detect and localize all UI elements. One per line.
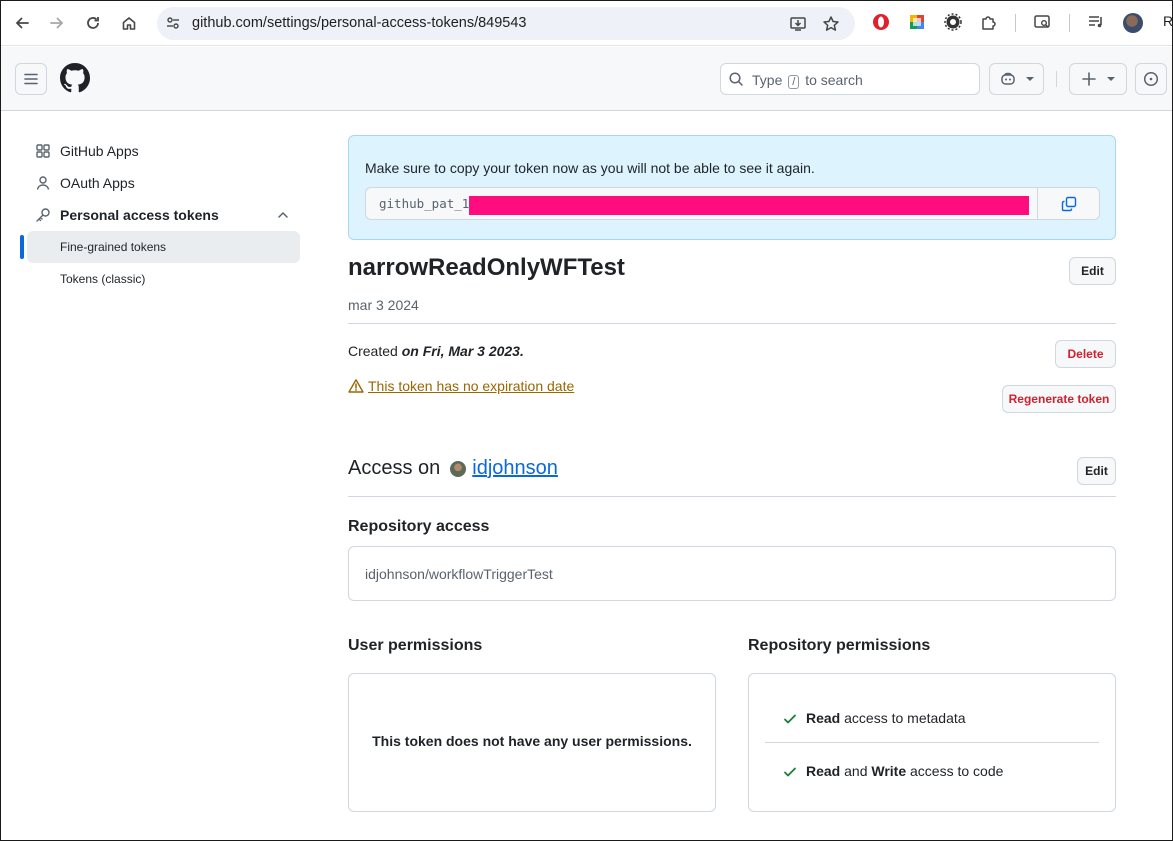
back-icon[interactable] (9, 10, 35, 36)
delete-token-button[interactable]: Delete (1055, 340, 1116, 368)
chevron-down-icon (1107, 77, 1115, 81)
profile-avatar[interactable] (1123, 13, 1143, 33)
token-redaction (469, 196, 1029, 215)
sidebar-item-label: Personal access tokens (60, 207, 219, 223)
divider (348, 323, 1116, 324)
chevron-up-icon[interactable] (276, 208, 290, 225)
user-permissions-heading: User permissions (348, 637, 483, 654)
search-icon (728, 71, 744, 92)
toolbar-divider (1069, 14, 1070, 32)
sidebar-item-github-apps[interactable]: GitHub Apps (27, 135, 300, 167)
screen: github.com/settings/personal-access-toke… (0, 0, 1173, 841)
flash-message: Make sure to copy your token now as you … (365, 160, 815, 176)
owner-avatar (450, 460, 467, 477)
key-icon (35, 207, 51, 223)
forward-icon[interactable] (44, 10, 70, 36)
token-value-field[interactable]: github_pat_1 (365, 187, 1100, 220)
created-date: Created on Fri, Mar 3 2023. (348, 343, 524, 359)
sidebar-item-oauth-apps[interactable]: OAuth Apps (27, 167, 300, 199)
sidebar-item-label: GitHub Apps (60, 143, 139, 159)
user-permissions-box: This token does not have any user permis… (348, 673, 716, 812)
profile-initial: R (1163, 13, 1173, 29)
repository-access-box: idjohnson/workflowTriggerTest (348, 546, 1116, 601)
repository-permissions-heading: Repository permissions (748, 637, 931, 654)
repository-permissions-box: Read access to metadata Read and Write a… (748, 673, 1116, 812)
owner-link[interactable]: idjohnson (472, 457, 558, 480)
search-input[interactable]: Type / to search (720, 63, 980, 95)
extensions-puzzle-icon[interactable] (979, 12, 999, 32)
create-new-button[interactable] (1069, 63, 1127, 95)
expiration-warning-link[interactable]: This token has no expiration date (368, 378, 574, 394)
edit-access-button[interactable]: Edit (1077, 457, 1116, 485)
check-icon (782, 711, 798, 730)
alert-icon (348, 379, 364, 393)
repository-name: idjohnson/workflowTriggerTest (365, 566, 553, 582)
person-icon (35, 175, 51, 191)
github-logo-icon[interactable] (60, 63, 90, 98)
menu-button[interactable] (15, 63, 47, 95)
reload-icon[interactable] (80, 10, 106, 36)
issue-opened-icon (1143, 71, 1159, 87)
search-placeholder: Type / to search (752, 72, 863, 89)
gear-extension-icon[interactable] (943, 12, 963, 32)
tab-search-icon[interactable] (1032, 12, 1052, 32)
sidebar-item-label: Tokens (classic) (60, 272, 146, 286)
regenerate-token-button[interactable]: Regenerate token (1002, 385, 1116, 413)
no-user-permissions-text: This token does not have any user permis… (372, 733, 692, 749)
copilot-button[interactable] (989, 63, 1044, 95)
copy-icon (1061, 196, 1076, 211)
toolbar-divider (1015, 14, 1016, 32)
issues-button[interactable] (1135, 63, 1167, 95)
search-shortcut-key: / (788, 75, 800, 89)
header-divider (1056, 71, 1057, 87)
browser-toolbar: github.com/settings/personal-access-toke… (1, 1, 1172, 46)
token-flash-notice: Make sure to copy your token now as you … (348, 135, 1116, 240)
install-app-icon[interactable] (788, 14, 808, 34)
reading-list-icon[interactable] (1086, 12, 1106, 32)
sidebar-item-label: Fine-grained tokens (60, 240, 167, 254)
site-settings-icon[interactable] (165, 15, 181, 36)
opera-extension-icon[interactable] (871, 12, 891, 32)
home-icon[interactable] (116, 10, 142, 36)
bookmark-star-icon[interactable] (821, 14, 841, 34)
hamburger-icon (24, 73, 38, 85)
divider (765, 742, 1099, 743)
token-name-heading: narrowReadOnlyWFTest (348, 254, 625, 281)
repository-access-heading: Repository access (348, 518, 490, 535)
sidebar-item-tokens-classic[interactable]: Tokens (classic) (27, 263, 300, 295)
url-text: github.com/settings/personal-access-toke… (192, 15, 527, 31)
expiration-warning: This token has no expiration date (348, 378, 574, 394)
plus-icon (1082, 72, 1096, 86)
divider (348, 496, 1116, 497)
address-bar[interactable]: github.com/settings/personal-access-toke… (157, 7, 855, 40)
color-picker-extension-icon[interactable] (907, 12, 927, 32)
permission-row: Read access to metadata (784, 710, 966, 726)
sidebar-item-fine-grained-tokens[interactable]: Fine-grained tokens (27, 231, 300, 263)
check-icon (782, 764, 798, 783)
chevron-down-icon (1025, 77, 1034, 81)
copilot-icon (1000, 72, 1015, 85)
sidebar-item-label: OAuth Apps (60, 175, 135, 191)
sidebar-item-personal-access-tokens[interactable]: Personal access tokens (27, 199, 300, 231)
active-indicator (20, 235, 24, 259)
apps-icon (35, 143, 51, 159)
github-header: Type / to search (1, 47, 1172, 111)
access-heading: Access on idjohnson (348, 457, 558, 480)
copy-token-button[interactable] (1037, 188, 1099, 219)
token-note: mar 3 2024 (348, 297, 419, 313)
token-prefix: github_pat_1 (379, 196, 470, 211)
permission-row: Read and Write access to code (784, 763, 1003, 779)
edit-token-button[interactable]: Edit (1069, 257, 1116, 285)
